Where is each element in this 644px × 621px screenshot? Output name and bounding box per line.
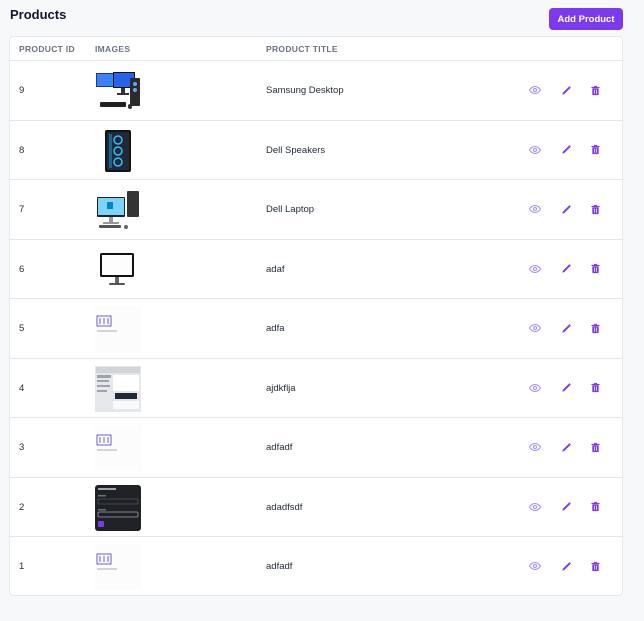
product-id-cell: 3 — [19, 442, 25, 453]
add-product-button[interactable]: Add Product — [549, 8, 623, 30]
table-row: 7 Dell Laptop — [10, 180, 622, 240]
pencil-icon[interactable] — [559, 500, 573, 514]
pencil-icon[interactable] — [559, 440, 573, 454]
column-header-images: IMAGES — [95, 44, 131, 54]
product-title-cell: adaf — [266, 263, 285, 275]
trash-icon[interactable] — [588, 143, 602, 157]
generic-thumbnail-image — [95, 425, 141, 471]
generic-thumbnail-image — [95, 544, 141, 590]
products-table: PRODUCT ID IMAGES PRODUCT TITLE 9 Samsun… — [9, 36, 623, 596]
eye-icon[interactable] — [528, 202, 542, 216]
trash-icon[interactable] — [588, 440, 602, 454]
trash-icon[interactable] — [588, 381, 602, 395]
product-id-cell: 5 — [19, 323, 25, 334]
column-header-product-title: PRODUCT TITLE — [266, 44, 338, 54]
table-row: 1 adfadf — [10, 537, 622, 595]
pencil-icon[interactable] — [559, 321, 573, 335]
trash-icon[interactable] — [588, 500, 602, 514]
product-title-cell: Dell Laptop — [266, 204, 315, 215]
table-row: 6 adaf — [10, 240, 622, 299]
pencil-icon[interactable] — [559, 262, 573, 276]
pencil-icon[interactable] — [559, 143, 573, 157]
trash-icon[interactable] — [588, 83, 602, 97]
product-id-cell: 6 — [19, 263, 25, 275]
table-row: 2 adadfsdf — [10, 478, 622, 537]
eye-icon[interactable] — [528, 262, 542, 276]
eye-icon[interactable] — [528, 143, 542, 157]
product-id-cell: 1 — [19, 561, 25, 572]
table-row: 3 adfadf — [10, 418, 622, 478]
pencil-icon[interactable] — [559, 202, 573, 216]
product-title-cell: Dell Speakers — [266, 144, 326, 156]
product-title-cell: adfadf — [266, 561, 293, 572]
table-row: 4 ajdkflja — [10, 359, 622, 418]
screenshot-thumbnail-image — [95, 365, 141, 412]
product-title-cell: adfa — [266, 323, 285, 334]
eye-icon[interactable] — [528, 500, 542, 514]
page-title: Products — [10, 7, 67, 22]
eye-icon[interactable] — [528, 440, 542, 454]
product-title-cell: adadfsdf — [266, 501, 303, 513]
trash-icon[interactable] — [588, 321, 602, 335]
all-in-one-pc-image — [95, 187, 141, 233]
product-id-cell: 9 — [19, 85, 25, 96]
generic-thumbnail-image — [95, 306, 141, 352]
trash-icon[interactable] — [588, 202, 602, 216]
product-title-cell: adfadf — [266, 442, 293, 453]
monitor-image — [95, 247, 141, 293]
product-id-cell: 7 — [19, 204, 25, 215]
eye-icon[interactable] — [528, 83, 542, 97]
table-header: PRODUCT ID IMAGES PRODUCT TITLE — [10, 37, 622, 61]
eye-icon[interactable] — [528, 559, 542, 573]
eye-icon[interactable] — [528, 381, 542, 395]
product-id-cell: 8 — [19, 144, 25, 156]
table-row: 9 Samsung Desktop — [10, 61, 622, 121]
pencil-icon[interactable] — [559, 381, 573, 395]
product-title-cell: ajdkflja — [266, 382, 296, 394]
pc-tower-image — [95, 128, 141, 174]
dark-form-thumbnail-image — [95, 484, 141, 531]
column-header-product-id: PRODUCT ID — [19, 44, 75, 54]
trash-icon[interactable] — [588, 559, 602, 573]
product-id-cell: 4 — [19, 382, 25, 394]
eye-icon[interactable] — [528, 321, 542, 335]
trash-icon[interactable] — [588, 262, 602, 276]
product-id-cell: 2 — [19, 501, 25, 513]
table-row: 5 adfa — [10, 299, 622, 359]
table-row: 8 Dell Speakers — [10, 121, 622, 180]
product-title-cell: Samsung Desktop — [266, 85, 344, 96]
pencil-icon[interactable] — [559, 559, 573, 573]
pencil-icon[interactable] — [559, 83, 573, 97]
desktop-computer-image — [95, 68, 141, 114]
